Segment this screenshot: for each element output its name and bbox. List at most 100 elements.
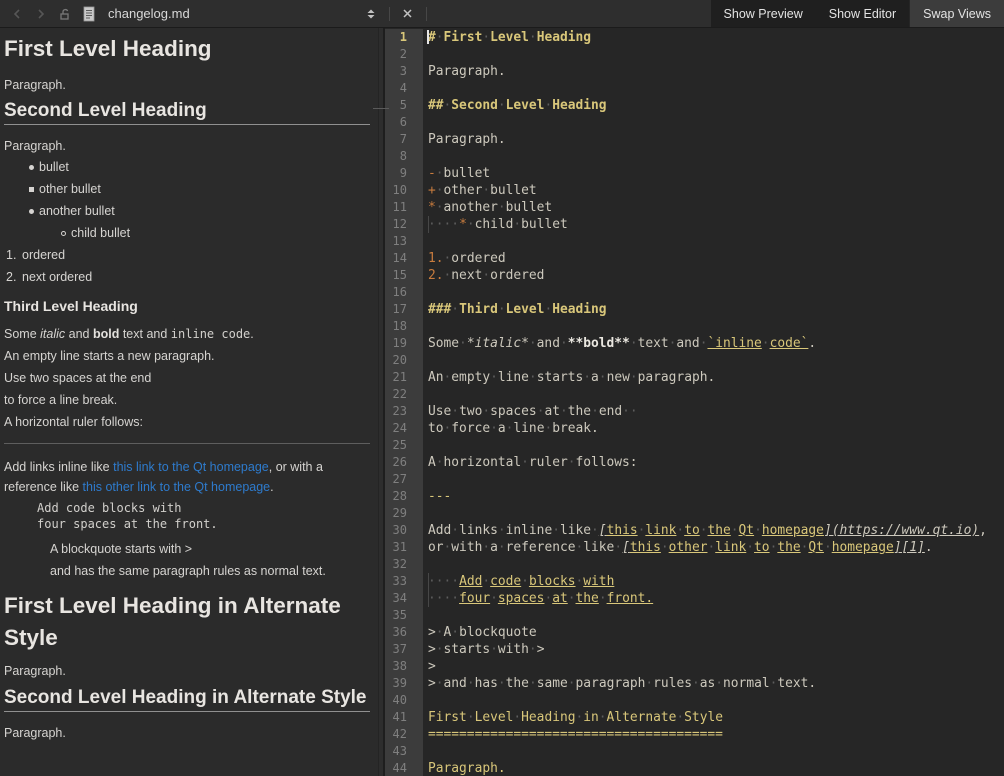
qt-homepage-link[interactable]: this link to the Qt homepage (113, 460, 269, 474)
editor-line[interactable]: 25 (385, 437, 1004, 454)
editor-line[interactable]: 16 (385, 284, 1004, 301)
list-item: another bullet child bullet (29, 205, 370, 240)
editor-line[interactable]: 19Some·*italic*·and·**bold**·text·and·`i… (385, 335, 1004, 352)
splitter-handle-icon (373, 108, 389, 109)
editor-line[interactable]: 17###·Third·Level·Heading (385, 301, 1004, 318)
ordered-number: 2. (6, 271, 22, 284)
editor-line[interactable]: 9-·bullet (385, 165, 1004, 182)
editor-line[interactable]: 12····*·child·bullet (385, 216, 1004, 233)
markdown-source-editor[interactable]: 1#·First·Level·Heading23Paragraph.45##·S… (383, 28, 1004, 776)
list-item-label: bullet (39, 160, 69, 174)
editor-line[interactable]: 21An·empty·line·starts·a·new·paragraph. (385, 369, 1004, 386)
inline-code: inline code (171, 327, 250, 341)
editor-line[interactable]: 27 (385, 471, 1004, 488)
editor-line[interactable]: 18 (385, 318, 1004, 335)
view-buttons: Show Preview Show Editor Swap Views (711, 0, 1004, 27)
swap-views-button[interactable]: Swap Views (909, 0, 1004, 27)
editor-line[interactable]: 30Add·links·inline·like·[this·link·to·th… (385, 522, 1004, 539)
line-number: 39 (385, 675, 423, 692)
list-item-label: child bullet (71, 226, 130, 240)
line-number: 1 (385, 29, 423, 46)
back-arrow-icon[interactable] (8, 5, 26, 23)
preview-paragraph: Use two spaces at the end (4, 371, 370, 385)
editor-line[interactable]: 6 (385, 114, 1004, 131)
line-number: 31 (385, 539, 423, 556)
disc-bullet-icon (29, 165, 34, 170)
line-number: 25 (385, 437, 423, 454)
editor-line[interactable]: 20 (385, 352, 1004, 369)
lock-open-icon[interactable] (56, 5, 74, 23)
line-number: 3 (385, 63, 423, 80)
editor-line[interactable]: 42====================================== (385, 726, 1004, 743)
editor-line[interactable]: 29 (385, 505, 1004, 522)
line-number: 11 (385, 199, 423, 216)
editor-line[interactable]: 23Use·two·spaces·at·the·end·· (385, 403, 1004, 420)
show-preview-button[interactable]: Show Preview (711, 0, 816, 27)
editor-line[interactable]: 31or·with·a·reference·like·[this·other·l… (385, 539, 1004, 556)
open-file-name[interactable]: changelog.md (108, 6, 190, 21)
editor-line[interactable]: 44Paragraph. (385, 760, 1004, 776)
editor-line[interactable]: 26A·horizontal·ruler·follows: (385, 454, 1004, 471)
pane-splitter[interactable] (378, 28, 383, 776)
preview-paragraph: Paragraph. (4, 726, 370, 740)
editor-line[interactable]: 141.·ordered (385, 250, 1004, 267)
line-number: 14 (385, 250, 423, 267)
line-number: 32 (385, 556, 423, 573)
editor-line[interactable]: 33····Add·code·blocks·with (385, 573, 1004, 590)
editor-line[interactable]: 39>·and·has·the·same·paragraph·rules·as·… (385, 675, 1004, 692)
line-number: 35 (385, 607, 423, 624)
list-item: 1.ordered (6, 249, 370, 262)
close-document-icon[interactable] (399, 5, 417, 23)
forward-arrow-icon[interactable] (32, 5, 50, 23)
editor-line[interactable]: 13 (385, 233, 1004, 250)
line-number: 13 (385, 233, 423, 250)
editor-line[interactable]: 35 (385, 607, 1004, 624)
editor-line[interactable]: 7Paragraph. (385, 131, 1004, 148)
horizontal-ruler (4, 443, 370, 444)
editor-line[interactable]: 5##·Second·Level·Heading (385, 97, 1004, 114)
editor-line[interactable]: 32 (385, 556, 1004, 573)
preview-nested-list: child bullet (29, 227, 370, 240)
preview-paragraph: A horizontal ruler follows: (4, 415, 370, 429)
blockquote-line: and has the same paragraph rules as norm… (50, 564, 370, 578)
line-number: 4 (385, 80, 423, 97)
editor-line[interactable]: 36>·A·blockquote (385, 624, 1004, 641)
preview-ordered-list: 1.ordered 2.next ordered (4, 249, 370, 284)
preview-paragraph: Paragraph. (4, 664, 370, 678)
list-item: child bullet (61, 227, 370, 240)
show-editor-button[interactable]: Show Editor (816, 0, 909, 27)
line-number: 41 (385, 709, 423, 726)
editor-line[interactable]: 1#·First·Level·Heading (385, 29, 1004, 46)
line-number: 30 (385, 522, 423, 539)
editor-lines[interactable]: 1#·First·Level·Heading23Paragraph.45##·S… (385, 28, 1004, 776)
editor-line[interactable]: 43 (385, 743, 1004, 760)
editor-line[interactable]: 152.·next·ordered (385, 267, 1004, 284)
editor-line[interactable]: 28--- (385, 488, 1004, 505)
line-number: 24 (385, 420, 423, 437)
editor-line[interactable]: 11*·another·bullet (385, 199, 1004, 216)
editor-line[interactable]: 2 (385, 46, 1004, 63)
circle-bullet-icon (61, 231, 66, 236)
list-item: bullet (29, 161, 370, 174)
editor-line[interactable]: 22 (385, 386, 1004, 403)
qt-homepage-reference-link[interactable]: this other link to the Qt homepage (83, 480, 271, 494)
editor-line[interactable]: 10+·other·bullet (385, 182, 1004, 199)
main-split: First Level Heading Paragraph. Second Le… (0, 28, 1004, 776)
editor-line[interactable]: 40 (385, 692, 1004, 709)
preview-styled-paragraph: Some italic and bold text and inline cod… (4, 327, 370, 341)
toolbar-separator (426, 7, 427, 21)
editor-line[interactable]: 3Paragraph. (385, 63, 1004, 80)
list-item-label: other bullet (39, 182, 101, 196)
split-document-dropdown-icon[interactable] (362, 5, 380, 23)
editor-line[interactable]: 37>·starts·with·> (385, 641, 1004, 658)
list-item-label: another bullet (39, 204, 115, 218)
editor-line[interactable]: 38> (385, 658, 1004, 675)
editor-line[interactable]: 4 (385, 80, 1004, 97)
editor-line[interactable]: 41First·Level·Heading·in·Alternate·Style (385, 709, 1004, 726)
editor-line[interactable]: 34····four·spaces·at·the·front. (385, 590, 1004, 607)
editor-line[interactable]: 24to·force·a·line·break. (385, 420, 1004, 437)
line-number: 29 (385, 505, 423, 522)
document-icon (80, 5, 98, 23)
line-number: 7 (385, 131, 423, 148)
editor-line[interactable]: 8 (385, 148, 1004, 165)
